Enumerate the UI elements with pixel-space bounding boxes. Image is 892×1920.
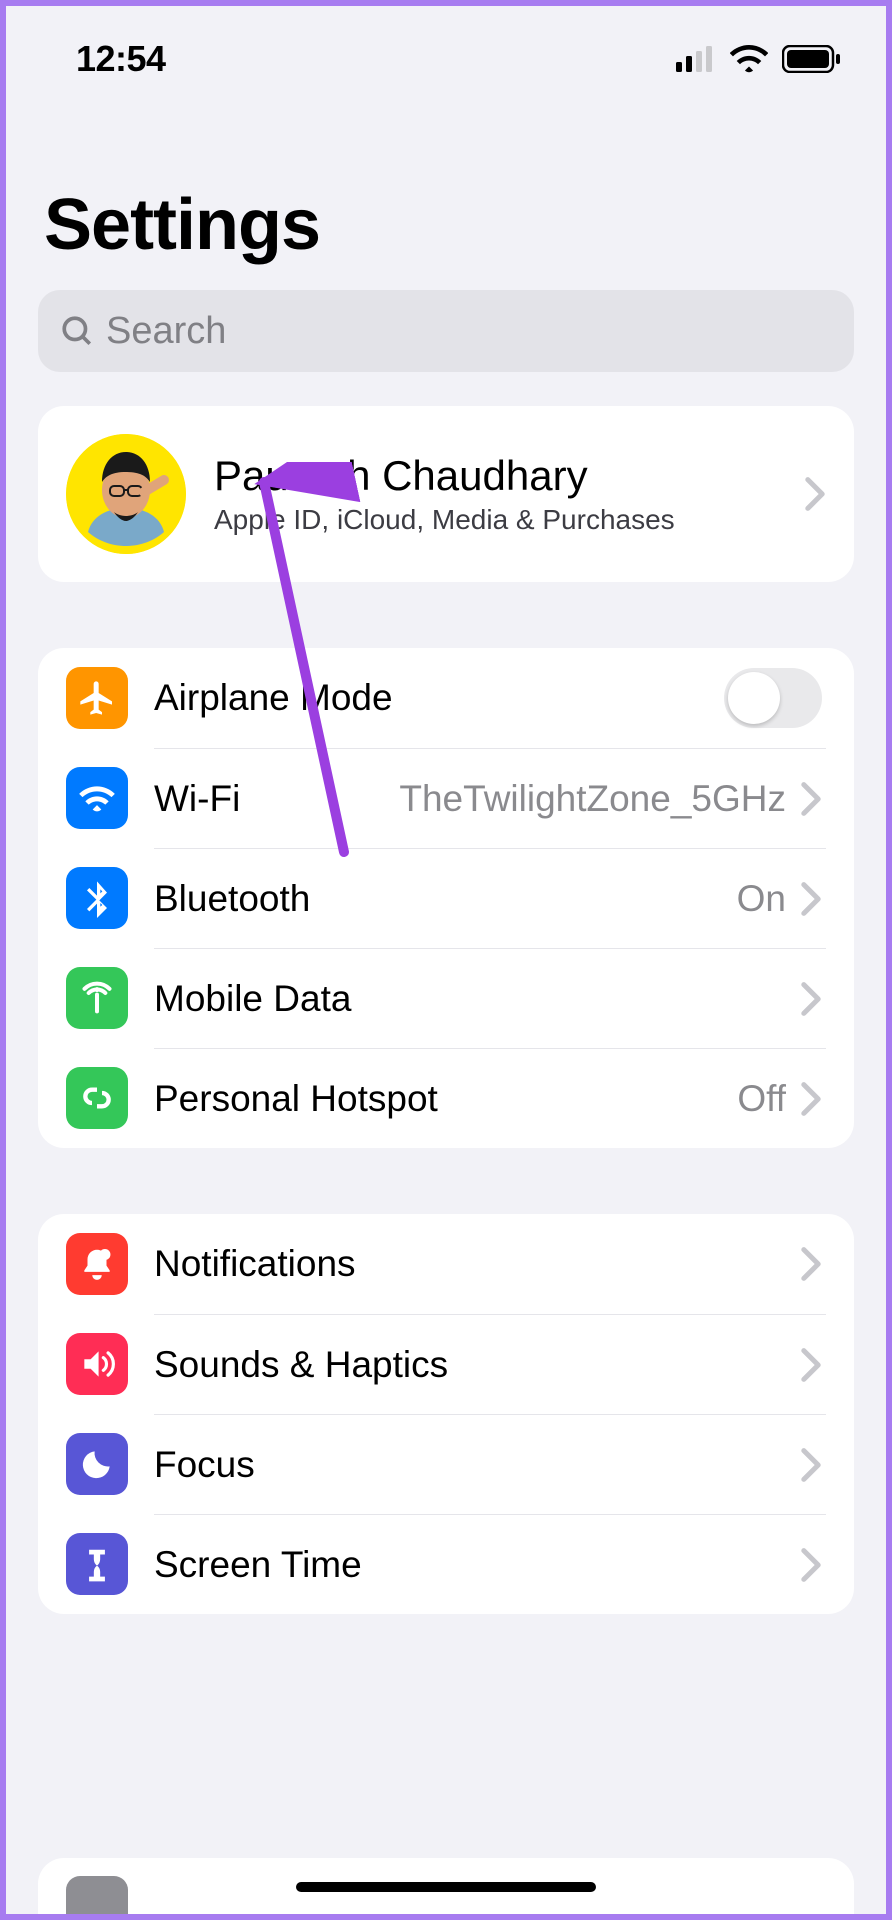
battery-icon xyxy=(782,45,842,73)
wifi-row[interactable]: Wi-Fi TheTwilightZone_5GHz xyxy=(38,748,854,848)
apple-id-row[interactable]: Paurush Chaudhary Apple ID, iCloud, Medi… xyxy=(38,406,854,582)
mobile-data-icon xyxy=(66,967,128,1029)
profile-subtitle: Apple ID, iCloud, Media & Purchases xyxy=(214,504,776,536)
sounds-row[interactable]: Sounds & Haptics xyxy=(38,1314,854,1414)
chevron-right-icon xyxy=(800,781,822,817)
notifications-row[interactable]: Notifications xyxy=(38,1214,854,1314)
personal-hotspot-row[interactable]: Personal Hotspot Off xyxy=(38,1048,854,1148)
chevron-right-icon xyxy=(800,881,822,917)
hotspot-value: Off xyxy=(737,1078,786,1120)
peek-icon xyxy=(66,1876,128,1914)
screen-time-icon xyxy=(66,1533,128,1595)
avatar xyxy=(66,434,186,554)
wifi-label: Wi-Fi xyxy=(154,778,399,820)
focus-icon xyxy=(66,1433,128,1495)
mobile-data-label: Mobile Data xyxy=(154,978,800,1020)
chevron-right-icon xyxy=(800,1347,822,1383)
wifi-value: TheTwilightZone_5GHz xyxy=(399,778,786,820)
page-title: Settings xyxy=(6,94,886,280)
hotspot-icon xyxy=(66,1067,128,1129)
chevron-right-icon xyxy=(800,1547,822,1583)
bluetooth-row[interactable]: Bluetooth On xyxy=(38,848,854,948)
notifications-icon xyxy=(66,1233,128,1295)
home-indicator[interactable] xyxy=(296,1882,596,1892)
chevron-right-icon xyxy=(800,981,822,1017)
bluetooth-value: On xyxy=(737,878,786,920)
search-icon xyxy=(60,314,94,348)
mobile-data-row[interactable]: Mobile Data xyxy=(38,948,854,1048)
bluetooth-icon xyxy=(66,867,128,929)
network-group: Airplane Mode Wi-Fi TheTwilightZone_5GHz… xyxy=(38,648,854,1148)
general-group: Notifications Sounds & Haptics Focus xyxy=(38,1214,854,1614)
status-icons xyxy=(676,45,842,73)
chevron-right-icon xyxy=(800,1081,822,1117)
search-input[interactable]: Search xyxy=(38,290,854,372)
notifications-label: Notifications xyxy=(154,1243,800,1285)
profile-group: Paurush Chaudhary Apple ID, iCloud, Medi… xyxy=(38,406,854,582)
airplane-label: Airplane Mode xyxy=(154,677,724,719)
status-time: 12:54 xyxy=(76,38,166,80)
hotspot-label: Personal Hotspot xyxy=(154,1078,737,1120)
chevron-right-icon xyxy=(804,476,826,512)
chevron-right-icon xyxy=(800,1246,822,1282)
sounds-label: Sounds & Haptics xyxy=(154,1344,800,1386)
screen-time-row[interactable]: Screen Time xyxy=(38,1514,854,1614)
bluetooth-label: Bluetooth xyxy=(154,878,737,920)
focus-row[interactable]: Focus xyxy=(38,1414,854,1514)
status-bar: 12:54 xyxy=(6,6,886,94)
chevron-right-icon xyxy=(800,1447,822,1483)
focus-label: Focus xyxy=(154,1444,800,1486)
wifi-row-icon xyxy=(66,767,128,829)
profile-text: Paurush Chaudhary Apple ID, iCloud, Medi… xyxy=(214,452,776,536)
cellular-icon xyxy=(676,46,716,72)
airplane-mode-row[interactable]: Airplane Mode xyxy=(38,648,854,748)
wifi-icon xyxy=(730,45,768,73)
device-frame: 12:54 Settings Search xyxy=(0,0,892,1920)
profile-name: Paurush Chaudhary xyxy=(214,452,776,500)
airplane-icon xyxy=(66,667,128,729)
airplane-toggle[interactable] xyxy=(724,668,822,728)
screen-time-label: Screen Time xyxy=(154,1544,800,1586)
search-placeholder: Search xyxy=(106,310,226,353)
sounds-icon xyxy=(66,1333,128,1395)
